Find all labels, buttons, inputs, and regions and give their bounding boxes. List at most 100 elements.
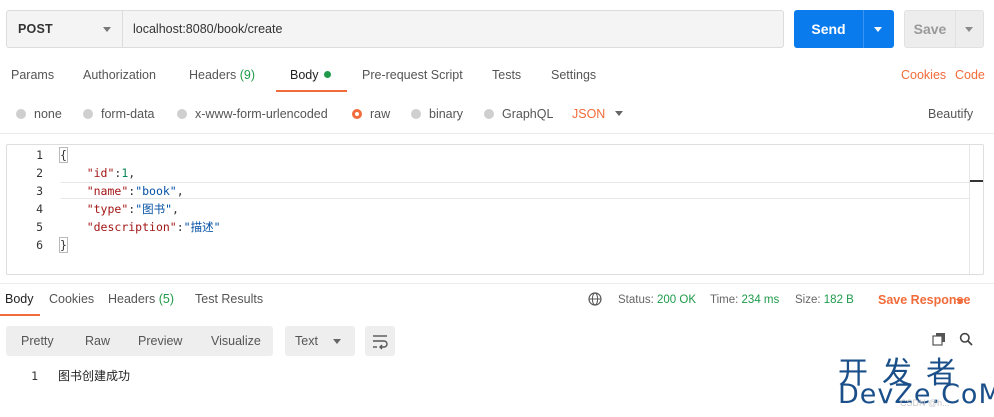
- response-format-label: Text: [295, 334, 318, 348]
- line-number: 5: [36, 220, 43, 234]
- active-tab-indicator: [0, 314, 40, 316]
- view-raw[interactable]: Raw: [85, 326, 110, 356]
- tab-settings[interactable]: Settings: [551, 68, 596, 86]
- json-value: "图书": [135, 202, 173, 216]
- radio-circle-icon: [484, 109, 494, 119]
- line-number: 1: [36, 148, 43, 162]
- code-editor[interactable]: 1 2 3 4 5 6 { "id":1, "name":"book", "ty…: [6, 144, 984, 275]
- divider: [0, 133, 994, 134]
- tab-tests[interactable]: Tests: [492, 68, 521, 86]
- format-select[interactable]: JSON: [572, 105, 605, 123]
- radio-selected-icon: [352, 109, 362, 119]
- search-icon[interactable]: [959, 332, 973, 346]
- radio-form-data[interactable]: form-data: [83, 105, 155, 123]
- status-readout: Status: 200 OK: [618, 294, 696, 306]
- tab-headers-label: Headers: [189, 68, 237, 82]
- radio-label: GraphQL: [502, 107, 554, 121]
- response-tab-body[interactable]: Body: [5, 292, 34, 310]
- save-button[interactable]: Save: [904, 10, 984, 48]
- method-select[interactable]: POST: [6, 10, 122, 48]
- tab-prerequest-script[interactable]: Pre-request Script: [362, 68, 463, 86]
- divider: [955, 11, 956, 47]
- response-tab-test-results[interactable]: Test Results: [195, 292, 263, 310]
- cookies-link[interactable]: Cookies: [901, 68, 946, 86]
- json-key: "description": [86, 220, 177, 234]
- code-line: "name":"book",: [86, 184, 184, 198]
- radio-raw[interactable]: raw: [352, 105, 390, 123]
- send-label: Send: [811, 21, 846, 37]
- wrap-lines-icon: [373, 335, 388, 350]
- line-number: 1: [31, 369, 38, 383]
- modified-dot-icon: [323, 71, 331, 78]
- save-label: Save: [913, 21, 947, 37]
- radio-circle-icon: [83, 109, 93, 119]
- response-format-select[interactable]: Text: [285, 326, 355, 356]
- radio-circle-icon: [177, 109, 187, 119]
- json-value: "book": [135, 184, 177, 198]
- view-preview[interactable]: Preview: [138, 326, 182, 356]
- radio-label: none: [34, 107, 62, 121]
- chevron-down-icon: [103, 27, 111, 32]
- response-body-text: 图书创建成功: [58, 369, 131, 383]
- radio-label: x-www-form-urlencoded: [195, 107, 328, 121]
- time-readout: Time: 234 ms: [710, 294, 779, 306]
- code-line: {: [59, 146, 68, 164]
- json-key: "id": [86, 166, 115, 180]
- json-key: "name": [86, 184, 129, 198]
- json-value: 1: [121, 166, 129, 180]
- json-key: "type": [86, 202, 129, 216]
- size-label: Size:: [795, 294, 821, 306]
- url-input[interactable]: localhost:8080/book/create: [122, 10, 784, 48]
- current-line-highlight: [61, 182, 969, 199]
- watermark-credit: CSDN @h...: [900, 398, 950, 408]
- tab-headers[interactable]: Headers (9): [189, 68, 255, 86]
- close-brace: }: [59, 237, 68, 253]
- code-line: }: [59, 236, 68, 254]
- radio-label: binary: [429, 107, 464, 121]
- method-label: POST: [18, 22, 53, 36]
- chevron-down-icon[interactable]: [965, 27, 973, 32]
- radio-circle-icon: [411, 109, 421, 119]
- tab-params[interactable]: Params: [11, 68, 54, 86]
- wrap-lines-button[interactable]: [365, 326, 395, 356]
- globe-icon[interactable]: [588, 292, 602, 306]
- response-view-toggle: Pretty Raw Preview Visualize: [6, 326, 273, 356]
- radio-urlencoded[interactable]: x-www-form-urlencoded: [177, 105, 328, 123]
- send-button[interactable]: Send: [794, 10, 894, 48]
- tab-body[interactable]: Body: [290, 68, 331, 86]
- response-tab-cookies[interactable]: Cookies: [49, 292, 94, 310]
- radio-label: form-data: [101, 107, 155, 121]
- line-number: 3: [36, 184, 43, 198]
- status-label: Status:: [618, 294, 654, 306]
- time-label: Time:: [710, 294, 739, 306]
- response-tab-headers[interactable]: Headers (5): [108, 292, 174, 310]
- response-tab-headers-label: Headers: [108, 292, 156, 306]
- view-visualize[interactable]: Visualize: [211, 326, 261, 356]
- chevron-down-icon[interactable]: [615, 111, 623, 116]
- radio-binary[interactable]: binary: [411, 105, 463, 123]
- view-pretty[interactable]: Pretty: [21, 326, 54, 356]
- radio-label: raw: [370, 107, 391, 121]
- time-value: 234 ms: [741, 294, 780, 306]
- tab-body-label: Body: [290, 68, 319, 82]
- tab-authorization[interactable]: Authorization: [83, 68, 156, 86]
- size-readout: Size: 182 B: [795, 294, 854, 306]
- copy-icon[interactable]: [932, 332, 946, 346]
- code-link[interactable]: Code: [955, 68, 985, 86]
- radio-circle-icon: [16, 109, 26, 119]
- scrollbar[interactable]: [969, 145, 970, 274]
- code-line: "description":"描述": [86, 220, 221, 234]
- active-tab-indicator: [276, 90, 347, 92]
- line-number: 4: [36, 202, 43, 216]
- json-value: "描述": [183, 220, 221, 234]
- radio-none[interactable]: none: [16, 105, 62, 123]
- chevron-down-icon[interactable]: [874, 27, 882, 32]
- radio-graphql[interactable]: GraphQL: [484, 105, 553, 123]
- status-value: 200 OK: [657, 294, 697, 306]
- headers-count: (5): [158, 292, 175, 306]
- open-brace: {: [59, 147, 68, 163]
- chevron-down-icon: [333, 339, 341, 344]
- chevron-down-icon[interactable]: [956, 299, 964, 304]
- scroll-thumb[interactable]: [970, 180, 983, 182]
- beautify-link[interactable]: Beautify: [928, 105, 973, 123]
